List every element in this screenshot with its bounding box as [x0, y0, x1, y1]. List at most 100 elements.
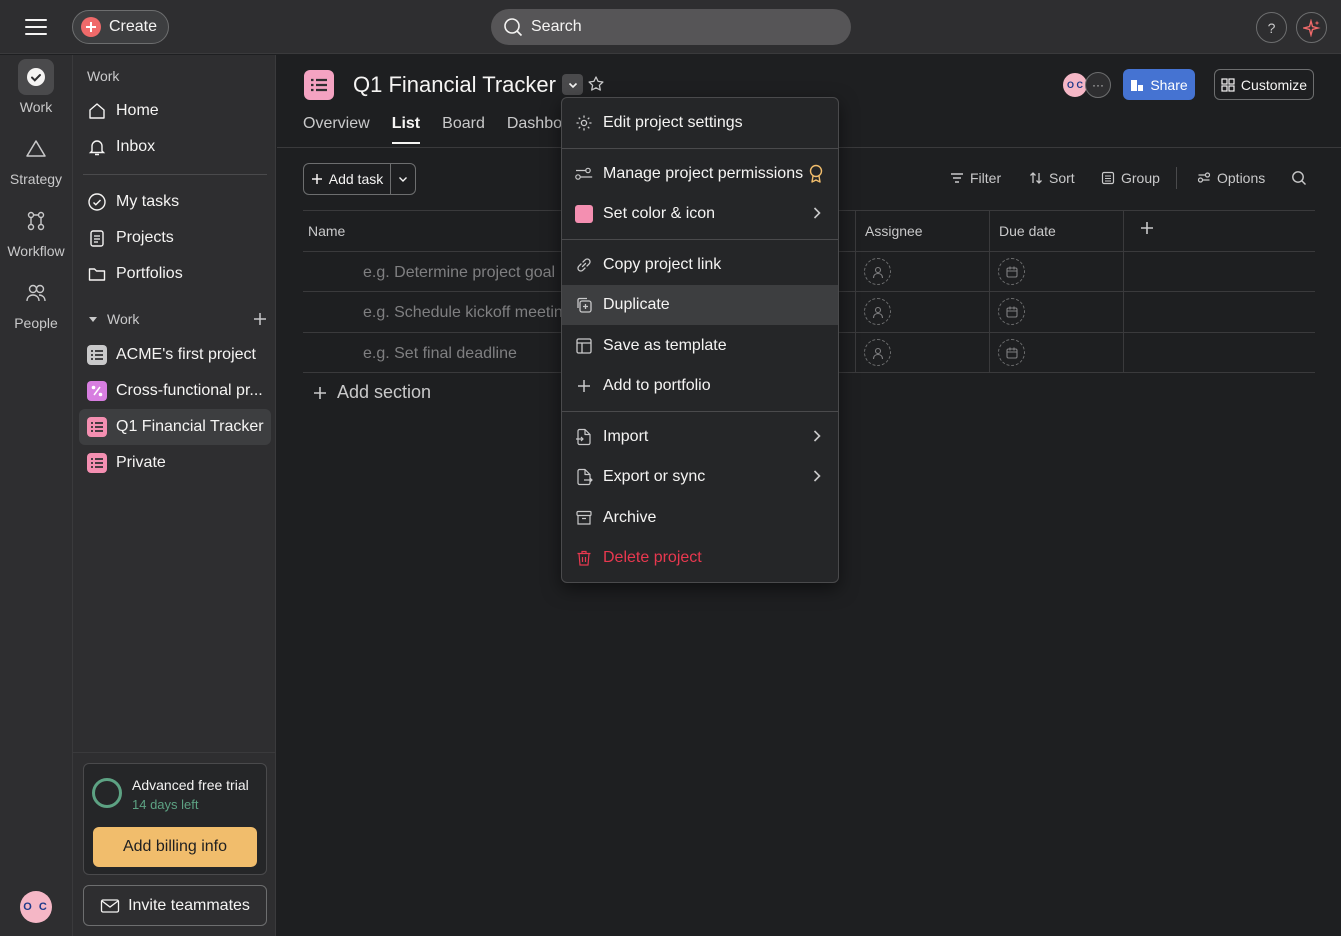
ai-sparkle-button[interactable]: [1296, 12, 1327, 43]
assignee-placeholder-icon[interactable]: [864, 298, 891, 325]
sidebar-item-label: My tasks: [116, 193, 180, 210]
sidebar-project-acme[interactable]: ACME's first project: [79, 337, 271, 373]
add-billing-button[interactable]: Add billing info: [93, 827, 257, 867]
project-members[interactable]: O C ···: [1061, 71, 1111, 99]
options-button[interactable]: Options: [1197, 170, 1265, 186]
menu-item-save-template[interactable]: Save as template: [562, 326, 838, 366]
filter-button[interactable]: Filter: [950, 170, 1001, 186]
sidebar-section-work[interactable]: Work: [87, 311, 267, 327]
sidebar: Work Home Inbox My tasks Projects Portfo…: [72, 55, 276, 936]
rail-label: Strategy: [9, 171, 63, 187]
add-task-button[interactable]: Add task: [304, 164, 391, 194]
add-task-label: Add task: [328, 171, 384, 187]
list-icon: [87, 453, 107, 473]
menu-item-export[interactable]: Export or sync: [562, 457, 838, 497]
project-tabs: Overview List Board Dashboa: [303, 115, 571, 144]
menu-item-label: Edit project settings: [603, 114, 743, 131]
share-button[interactable]: Share: [1123, 69, 1195, 100]
gear-icon: [574, 113, 594, 133]
create-button[interactable]: Create: [72, 10, 169, 44]
sidebar-project-private[interactable]: Private: [79, 445, 271, 481]
due-date-calendar-icon[interactable]: [998, 258, 1025, 285]
color-swatch-icon: [574, 204, 594, 224]
menu-divider: [562, 411, 838, 412]
customize-button[interactable]: Customize: [1214, 69, 1314, 100]
add-column-icon[interactable]: [1140, 221, 1154, 235]
task-row-name[interactable]: e.g. Schedule kickoff meeting: [363, 304, 572, 322]
column-header-assignee[interactable]: Assignee: [865, 223, 923, 239]
more-members-icon[interactable]: ···: [1085, 72, 1111, 98]
sidebar-item-label: Cross-functional pr...: [116, 382, 263, 399]
tab-overview[interactable]: Overview: [303, 115, 370, 144]
sidebar-project-cross-functional[interactable]: Cross-functional pr...: [79, 373, 271, 409]
rail-item-strategy[interactable]: Strategy: [0, 131, 72, 187]
project-actions-menu: Edit project settings Manage project per…: [561, 97, 839, 583]
rail-item-work[interactable]: Work: [0, 59, 72, 115]
due-date-calendar-icon[interactable]: [998, 298, 1025, 325]
grid-line: [855, 210, 856, 373]
rail-label: Workflow: [7, 243, 65, 259]
sidebar-item-home[interactable]: Home: [79, 93, 271, 129]
workflow-icon: [18, 203, 54, 239]
sidebar-item-portfolios[interactable]: Portfolios: [79, 256, 271, 292]
list-search-icon[interactable]: [1291, 170, 1307, 186]
options-label: Options: [1217, 170, 1266, 186]
tab-list[interactable]: List: [391, 115, 421, 144]
project-list-icon[interactable]: [304, 70, 334, 100]
menu-item-archive[interactable]: Archive: [562, 498, 838, 538]
column-header-name[interactable]: Name: [308, 223, 345, 239]
search-icon: [503, 17, 523, 37]
group-label: Group: [1121, 170, 1160, 186]
add-section-button[interactable]: Add section: [313, 382, 431, 403]
due-date-calendar-icon[interactable]: [998, 339, 1025, 366]
menu-item-set-color[interactable]: Set color & icon: [562, 194, 838, 234]
sidebar-project-q1-financial[interactable]: Q1 Financial Tracker: [79, 409, 271, 445]
mail-icon: [100, 898, 120, 914]
sort-button[interactable]: Sort: [1029, 170, 1075, 186]
menu-item-copy-link[interactable]: Copy project link: [562, 245, 838, 285]
share-label: Share: [1150, 76, 1188, 93]
add-task-dropdown-chevron-icon[interactable]: [391, 164, 415, 194]
check-circle-icon: [87, 192, 107, 212]
menu-item-duplicate[interactable]: Duplicate: [562, 285, 838, 325]
clipboard-icon: [87, 228, 107, 248]
sort-label: Sort: [1049, 170, 1075, 186]
filter-icon: [950, 172, 964, 184]
trial-card: Advanced free trial 14 days left Add bil…: [83, 763, 267, 875]
help-button[interactable]: ?: [1256, 12, 1287, 43]
sidebar-item-inbox[interactable]: Inbox: [79, 129, 271, 165]
menu-item-label: Manage project permissions: [603, 165, 804, 182]
sidebar-item-label: Q1 Financial Tracker: [116, 418, 264, 435]
invite-label: Invite teammates: [128, 896, 250, 914]
user-avatar[interactable]: O C: [20, 891, 52, 923]
menu-item-delete[interactable]: Delete project: [562, 538, 838, 578]
search-placeholder: Search: [531, 18, 582, 35]
menu-item-import[interactable]: Import: [562, 417, 838, 457]
rail-item-workflow[interactable]: Workflow: [0, 203, 72, 259]
group-button[interactable]: Group: [1101, 170, 1160, 186]
tab-board[interactable]: Board: [442, 115, 485, 144]
assignee-placeholder-icon[interactable]: [864, 339, 891, 366]
add-project-icon[interactable]: [253, 312, 267, 326]
column-header-due-date[interactable]: Due date: [999, 223, 1056, 239]
import-icon: [574, 427, 594, 447]
invite-teammates-button[interactable]: Invite teammates: [83, 885, 267, 926]
task-row-name[interactable]: e.g. Set final deadline: [363, 345, 517, 363]
menu-item-edit-settings[interactable]: Edit project settings: [562, 103, 838, 143]
rail-item-people[interactable]: People: [0, 275, 72, 331]
chevron-right-icon: [812, 206, 822, 220]
sidebar-item-my-tasks[interactable]: My tasks: [79, 184, 271, 220]
menu-item-permissions[interactable]: Manage project permissions: [562, 154, 838, 194]
search-input[interactable]: Search: [491, 9, 851, 45]
grid-icon: [1221, 77, 1235, 92]
sidebar-header: Work: [87, 68, 120, 84]
plus-icon: [574, 376, 594, 396]
sidebar-item-projects[interactable]: Projects: [79, 220, 271, 256]
project-title: Q1 Financial Tracker: [353, 72, 556, 97]
menu-icon[interactable]: [22, 15, 50, 39]
project-menu-chevron-icon[interactable]: [562, 74, 583, 95]
assignee-placeholder-icon[interactable]: [864, 258, 891, 285]
menu-item-add-portfolio[interactable]: Add to portfolio: [562, 366, 838, 406]
task-row-name[interactable]: e.g. Determine project goal: [363, 264, 555, 282]
star-icon[interactable]: [587, 75, 605, 93]
